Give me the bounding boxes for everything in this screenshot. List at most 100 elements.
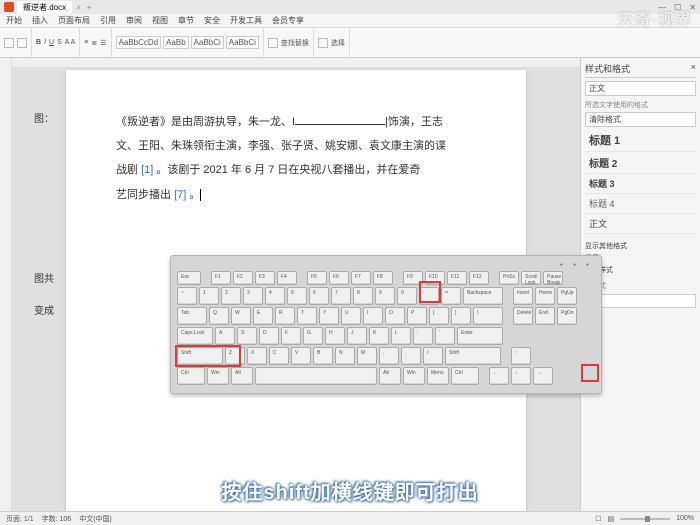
page-count[interactable]: 页面: 1/1 (6, 514, 34, 524)
key-k: K (369, 327, 389, 345)
key-: / (423, 347, 443, 365)
status-bar: 页面: 1/1 字数: 106 中文(中国) ☐ ▤ 100% (0, 511, 700, 525)
menu-item[interactable]: 开发工具 (230, 15, 262, 26)
italic-button[interactable]: I (44, 39, 46, 46)
key-: ' (435, 327, 455, 345)
cut-icon[interactable] (17, 38, 27, 48)
menu-item[interactable]: 会员专享 (272, 15, 304, 26)
key-m: M (357, 347, 377, 365)
document-tab[interactable]: 叛逆者.docx (17, 1, 72, 14)
zoom-slider[interactable] (620, 518, 670, 520)
key-1: 1 (199, 287, 219, 305)
key-: . (401, 347, 421, 365)
paragraph[interactable]: 战剧 [1] 。该剧于 2021 年 6 月 7 日在央视八套播出，并在爱奇 (116, 158, 476, 182)
bold-button[interactable]: B (36, 39, 41, 46)
key-x: X (247, 347, 267, 365)
align-left-icon[interactable]: ≡ (84, 39, 88, 46)
align-center-icon[interactable]: ≣ (91, 39, 97, 47)
view-icon[interactable]: ▤ (607, 515, 614, 523)
key-space (255, 367, 377, 385)
menu-item[interactable]: 插入 (32, 15, 48, 26)
current-style[interactable]: 正文 (585, 81, 696, 96)
key-pgup: PgUp (557, 287, 577, 305)
menu-item[interactable]: 开始 (6, 15, 22, 26)
close-tab-icon[interactable]: × (76, 3, 81, 12)
key-delete: Delete (513, 307, 533, 325)
key-pgdn: PgDn (557, 307, 577, 325)
reference-link[interactable]: [7] (174, 189, 186, 201)
key-: = (441, 287, 461, 305)
key-l: L (391, 327, 411, 345)
key-a: A (215, 327, 235, 345)
key-b: B (313, 347, 333, 365)
menu-item[interactable]: 引用 (100, 15, 116, 26)
list-icon[interactable]: ☰ (100, 39, 106, 47)
paragraph[interactable]: 艺同步播出 [7] 。 (116, 183, 476, 207)
style-item[interactable]: AaBbCi (226, 36, 259, 49)
key-w: W (231, 307, 251, 325)
style-normal[interactable]: 正文 (585, 214, 696, 234)
key-: ] (451, 307, 471, 325)
find-label: 查找替换 (281, 38, 309, 48)
key-7: 7 (331, 287, 351, 305)
clear-format-button[interactable]: 清除格式 (585, 112, 696, 127)
key-: → (533, 367, 553, 385)
underline-button[interactable]: U (49, 39, 54, 46)
key-: ~ (177, 287, 197, 305)
key-end: End (535, 307, 555, 325)
key-i: I (363, 307, 383, 325)
key-ctrl: Ctrl (451, 367, 479, 385)
menu-item[interactable]: 安全 (204, 15, 220, 26)
menu-item[interactable]: 视图 (152, 15, 168, 26)
key-f12: F12 (469, 271, 489, 285)
key-t: T (297, 307, 317, 325)
menu-item[interactable]: 章节 (178, 15, 194, 26)
key-f9: F9 (403, 271, 423, 285)
key-o: O (385, 307, 405, 325)
panel-close-icon[interactable]: × (691, 62, 696, 75)
new-tab-button[interactable]: + (87, 3, 92, 12)
key-d: D (259, 327, 279, 345)
key-: - (419, 287, 439, 305)
paste-icon[interactable] (4, 38, 14, 48)
key-: ← (489, 367, 509, 385)
paragraph[interactable]: 文、王阳、朱珠领衔主演，李强、张子贤、姚安娜、袁文康主演的谍 (116, 134, 476, 158)
panel-title: 样式和格式 (585, 62, 630, 75)
key-prtsc: PrtSc (499, 271, 519, 285)
subtitle-text: 按住shift加横线键即可打出 (0, 476, 700, 505)
view-icon[interactable]: ☐ (595, 515, 601, 523)
key-h: H (325, 327, 345, 345)
menu-item[interactable]: 审阅 (126, 15, 142, 26)
language[interactable]: 中文(中国) (79, 514, 112, 524)
strike-button[interactable]: S (57, 39, 62, 46)
style-heading2[interactable]: 标题 2 (585, 152, 696, 174)
word-count[interactable]: 字数: 106 (42, 514, 72, 524)
key-f7: F7 (351, 271, 371, 285)
menu-item[interactable]: 页面布局 (58, 15, 90, 26)
key-f5: F5 (307, 271, 327, 285)
paragraph[interactable]: 《叛逆者》是由周游执导，朱一龙、I|饰演，王志 (116, 110, 476, 134)
key-: ↑ (511, 347, 531, 365)
reference-link[interactable]: [1] (141, 164, 153, 176)
horizontal-ruler (12, 58, 580, 68)
find-icon[interactable] (268, 38, 278, 48)
style-item[interactable]: AaBb (163, 36, 189, 49)
key-menu: Menu (427, 367, 449, 385)
key-y: Y (319, 307, 339, 325)
select-icon[interactable] (318, 38, 328, 48)
style-heading3[interactable]: 标题 3 (585, 174, 696, 194)
zoom-level[interactable]: 100% (676, 515, 694, 522)
style-item[interactable]: AaBbCcDd (116, 36, 162, 49)
panel-footer-item[interactable]: 显示其他格式 (585, 240, 696, 252)
key-g: G (303, 327, 323, 345)
key-3: 3 (243, 287, 263, 305)
style-heading4[interactable]: 标题 4 (585, 194, 696, 214)
side-label: 图： (34, 110, 54, 125)
key-j: J (347, 327, 367, 345)
select-label: 选择 (331, 38, 345, 48)
key-win: Win (403, 367, 425, 385)
key-u: U (341, 307, 361, 325)
key-backspace: Backspace (463, 287, 503, 305)
style-heading1[interactable]: 标题 1 (585, 129, 696, 152)
style-item[interactable]: AaBbCi (191, 36, 224, 49)
